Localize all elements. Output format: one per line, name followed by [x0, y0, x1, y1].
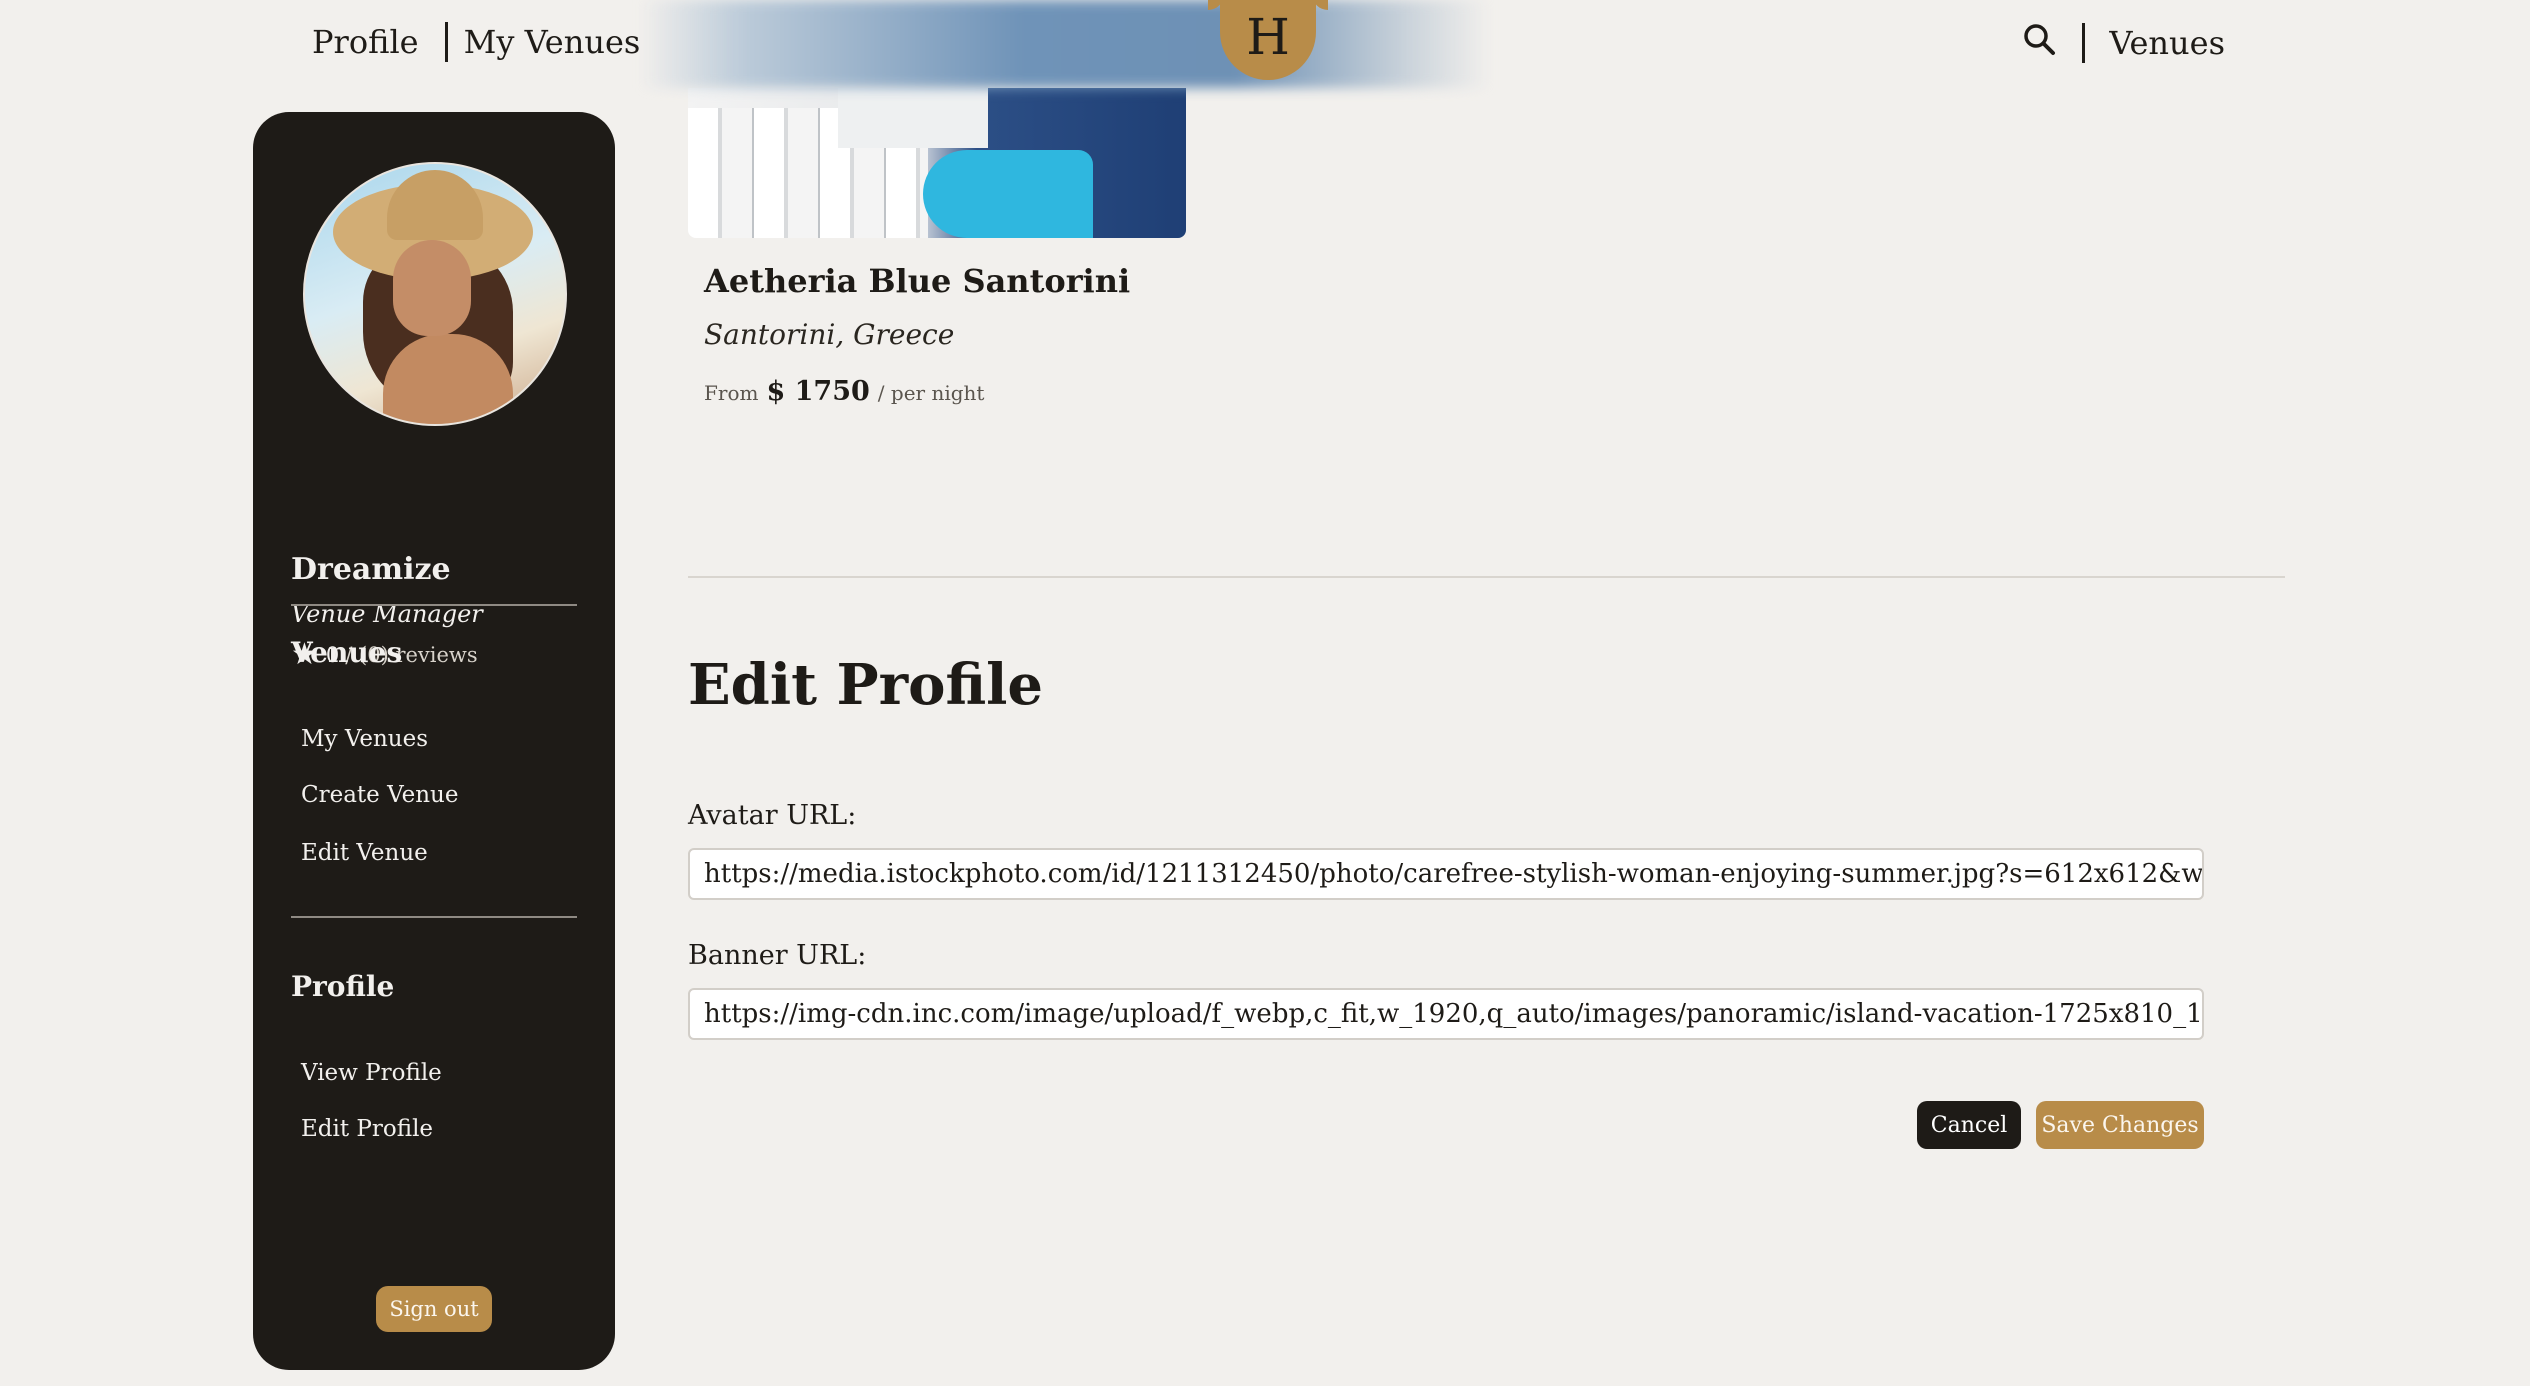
nav-separator	[444, 22, 448, 62]
banner-url-input[interactable]: https://img-cdn.inc.com/image/upload/f_w…	[688, 988, 2204, 1040]
avatar-url-label: Avatar URL:	[688, 800, 857, 831]
price-amount: $ 1750	[766, 376, 870, 407]
venue-location: Santorini, Greece	[704, 318, 955, 351]
sidebar-item-view-profile[interactable]: View Profile	[301, 1060, 442, 1086]
nav-profile-link[interactable]: Profile	[312, 23, 419, 61]
logo-letter: H	[1246, 8, 1290, 66]
nav-separator	[2082, 23, 2086, 63]
sidebar-divider	[291, 916, 577, 918]
banner-url-label: Banner URL:	[688, 940, 867, 971]
sidebar-item-edit-profile[interactable]: Edit Profile	[301, 1116, 433, 1142]
price-prefix: From	[704, 381, 759, 405]
section-divider	[688, 576, 2285, 578]
banner-blur	[640, 0, 1490, 88]
venue-title[interactable]: Aetheria Blue Santorini	[704, 262, 1130, 300]
nav-left: Profile My Venues	[312, 22, 640, 62]
page-title: Edit Profile	[688, 652, 1044, 718]
sidebar-divider	[291, 604, 577, 606]
sidebar-item-edit-venue[interactable]: Edit Venue	[301, 840, 428, 866]
nav-right: Venues	[2022, 22, 2225, 64]
price-suffix: / per night	[877, 381, 985, 405]
user-name: Dreamize	[291, 552, 451, 587]
search-icon[interactable]	[2022, 22, 2056, 64]
sidebar-section-venues: Venues	[291, 636, 403, 669]
nav-venues-link[interactable]: Venues	[2109, 24, 2225, 62]
sidebar-section-profile: Profile	[291, 970, 395, 1003]
avatar-url-input[interactable]: https://media.istockphoto.com/id/1211312…	[688, 848, 2204, 900]
sidebar-item-create-venue[interactable]: Create Venue	[301, 782, 458, 808]
sign-out-button[interactable]: Sign out	[376, 1286, 492, 1332]
cancel-button[interactable]: Cancel	[1917, 1101, 2021, 1149]
sidebar-item-my-venues[interactable]: My Venues	[301, 726, 428, 752]
nav-my-venues-link[interactable]: My Venues	[464, 23, 641, 61]
venue-image[interactable]	[688, 88, 1186, 238]
save-changes-button[interactable]: Save Changes	[2036, 1101, 2204, 1149]
profile-sidebar: Dreamize Venue Manager ★ 0 / (0) reviews…	[253, 112, 615, 1370]
venue-price: From $ 1750 / per night	[704, 376, 984, 407]
avatar	[303, 162, 567, 426]
